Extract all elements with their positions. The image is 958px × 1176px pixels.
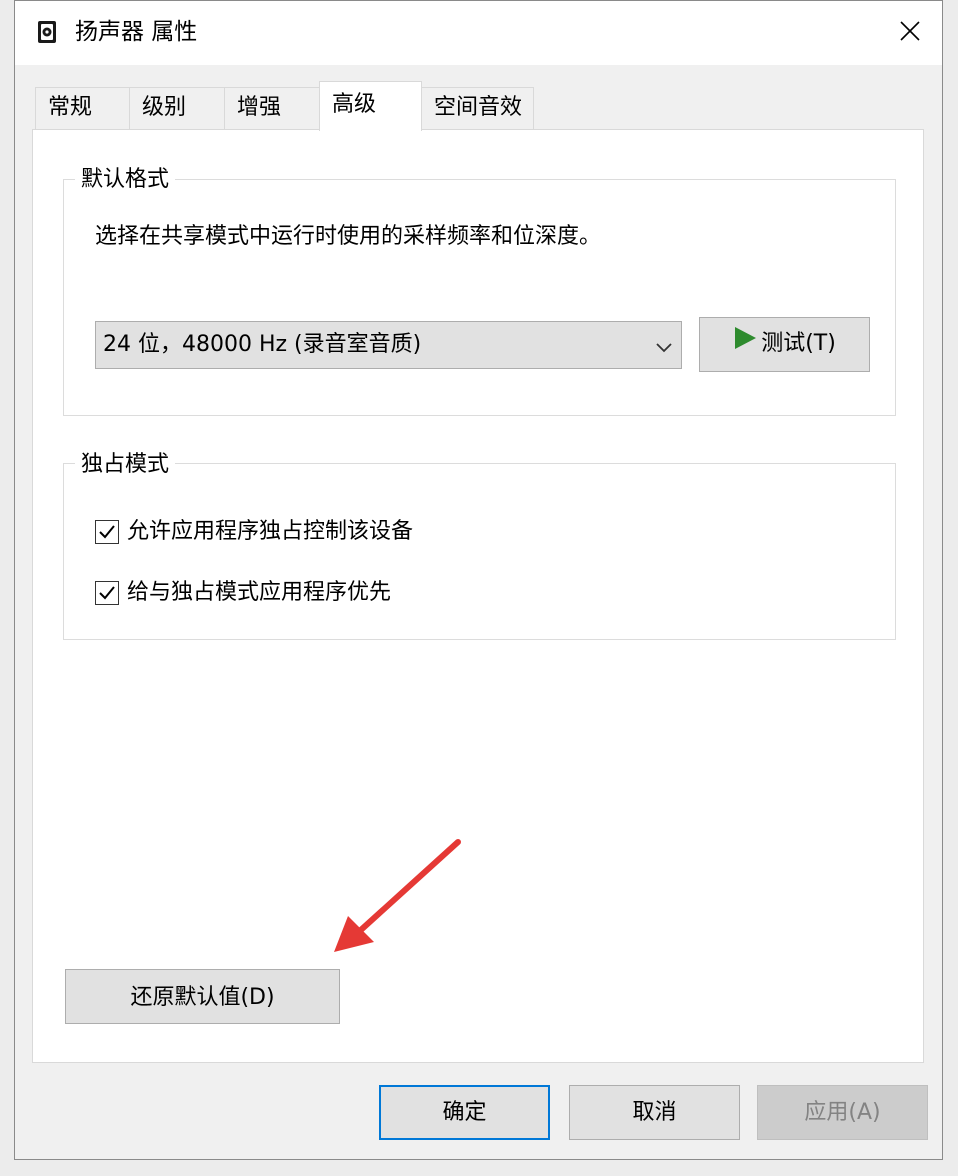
checkmark-icon xyxy=(99,525,115,539)
tab-spatial-sound[interactable]: 空间音效 xyxy=(421,87,534,129)
default-format-group xyxy=(63,179,896,416)
restore-defaults-button[interactable]: 还原默认值(D) xyxy=(65,969,340,1024)
checkmark-icon xyxy=(99,586,115,600)
sample-rate-selected: 24 位，48000 Hz (录音室音质) xyxy=(103,332,422,357)
allow-exclusive-control-label[interactable]: 允许应用程序独占控制该设备 xyxy=(127,517,413,547)
annotation-arrow-icon xyxy=(334,839,461,952)
default-format-title: 默认格式 xyxy=(75,165,176,195)
allow-exclusive-control-checkbox[interactable] xyxy=(95,520,119,544)
test-button-label: 测试(T) xyxy=(761,331,836,356)
default-format-description: 选择在共享模式中运行时使用的采样频率和位深度。 xyxy=(95,224,602,249)
play-icon xyxy=(733,318,757,370)
ok-button[interactable]: 确定 xyxy=(379,1085,550,1140)
exclusive-priority-checkbox[interactable] xyxy=(95,581,119,605)
chevron-down-icon xyxy=(655,339,673,358)
speaker-icon xyxy=(35,19,61,45)
cancel-button[interactable]: 取消 xyxy=(569,1085,740,1140)
tab-general[interactable]: 常规 xyxy=(35,87,130,129)
exclusive-mode-group xyxy=(63,463,896,640)
tab-enhancements[interactable]: 增强 xyxy=(224,87,320,129)
tab-levels[interactable]: 级别 xyxy=(129,87,225,129)
sample-rate-dropdown[interactable]: 24 位，48000 Hz (录音室音质) xyxy=(95,321,682,369)
window-title: 扬声器 属性 xyxy=(75,19,198,45)
title-bar: 扬声器 属性 xyxy=(15,1,942,65)
speaker-properties-dialog: 扬声器 属性 常规 级别 增强 高级 空间音效 默认格式 选择在共享模式中运行时… xyxy=(14,0,943,1160)
exclusive-priority-label[interactable]: 给与独占模式应用程序优先 xyxy=(127,578,391,608)
test-button[interactable]: 测试(T) xyxy=(699,317,870,372)
tab-advanced[interactable]: 高级 xyxy=(319,81,422,131)
close-button[interactable] xyxy=(878,1,942,65)
close-icon xyxy=(900,21,920,41)
apply-button[interactable]: 应用(A) xyxy=(757,1085,928,1140)
exclusive-mode-title: 独占模式 xyxy=(75,450,176,480)
